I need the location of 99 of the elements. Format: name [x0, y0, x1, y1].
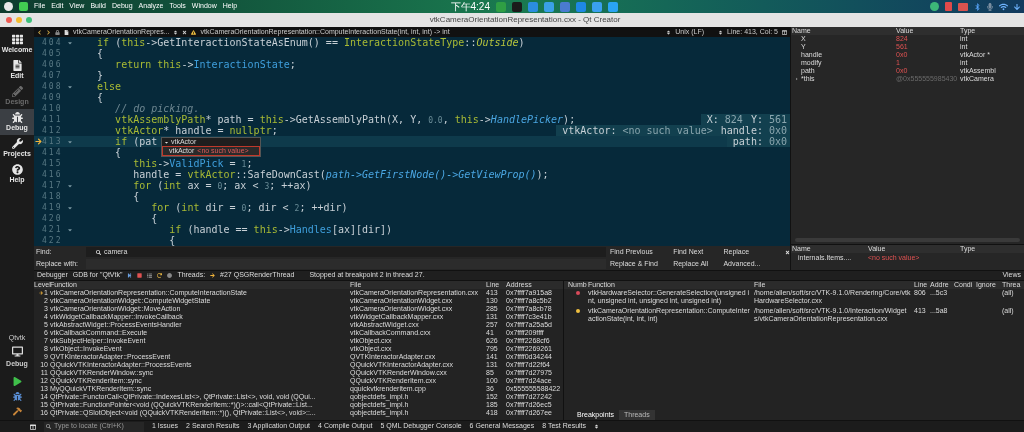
line-number: 416: [42, 168, 64, 181]
line-number: 414: [42, 146, 64, 159]
code-line: {: [96, 47, 104, 61]
pencil-icon: [11, 86, 23, 97]
wifi-icon[interactable]: [999, 2, 1008, 11]
replace-field[interactable]: [86, 259, 606, 269]
fold-arrow-icon[interactable]: [67, 83, 73, 90]
microphone-icon[interactable]: [987, 2, 993, 11]
code-line: {: [132, 190, 140, 204]
line-number: 420: [42, 212, 64, 225]
combo-arrows-icon[interactable]: [173, 29, 179, 35]
line-number: 411: [42, 113, 64, 126]
system-logo-icon[interactable]: [4, 2, 13, 11]
fold-arrow-icon[interactable]: [67, 138, 73, 145]
debug-run-icon[interactable]: [12, 392, 22, 401]
code-line: for (int dir = 0; dir < 2; ++dir): [150, 201, 348, 214]
app-icon[interactable]: [512, 1, 522, 12]
stop-icon[interactable]: [137, 273, 143, 278]
line-number: 410: [42, 102, 64, 115]
fold-arrow-icon[interactable]: [67, 39, 73, 46]
code-line: this->ValidPick = 1;: [132, 157, 253, 170]
app-icon[interactable]: [19, 2, 28, 11]
wrench-icon: [11, 138, 23, 149]
debug-value-label: X:: [706, 113, 719, 126]
forward-icon[interactable]: [46, 29, 51, 35]
caret-icon: [164, 139, 169, 145]
code-line: if (this->GetInteractionStateAsEnum() == InteractionStateType::Outside): [96, 37, 525, 49]
debug-value: 561: [768, 113, 787, 126]
document-icon: [11, 60, 23, 71]
app-icon[interactable]: [592, 1, 602, 12]
combo-arrows-icon[interactable]: [718, 29, 723, 35]
line-number: 417: [42, 179, 64, 192]
code-line: handle = vtkActor::SafeDownCast(path->GetFirstNode()->GetViewProp());: [132, 168, 549, 181]
code-line: // do picking.: [114, 102, 200, 116]
close-window-icon[interactable]: [6, 17, 12, 23]
debug-value: <no such value>: [622, 124, 713, 138]
warning-icon: [191, 29, 197, 35]
run-icon[interactable]: [12, 377, 22, 386]
combo-arrows-icon[interactable]: [666, 29, 672, 35]
close-icon[interactable]: [785, 249, 790, 255]
sidebar-toggle-icon[interactable]: [30, 423, 36, 430]
combo-arrows-icon[interactable]: [594, 424, 600, 429]
line-number: 415: [42, 157, 64, 170]
record-icon[interactable]: [167, 273, 173, 278]
line-number: 405: [42, 47, 64, 60]
code-editor[interactable]: [34, 37, 790, 246]
code-line: for (int ax = 0; ax < 3; ++ax): [132, 180, 312, 192]
code-line: return this->InteractionState;: [114, 58, 296, 72]
restart-icon[interactable]: [157, 273, 163, 278]
line-number: 407: [42, 69, 64, 82]
code-line: if (pat: [114, 135, 158, 148]
clock: 下午4:24: [450, 0, 490, 13]
code-line: vtkActor* handle = nullptr;: [114, 125, 278, 137]
bug-icon: [11, 112, 23, 123]
lock-icon[interactable]: [55, 29, 60, 35]
line-number: 404: [42, 37, 64, 49]
grid-icon: [11, 34, 23, 45]
line-number: 408: [42, 80, 64, 93]
debug-value-label: Y:: [750, 113, 763, 126]
back-icon[interactable]: [37, 29, 42, 35]
debug-value-label: vtkActor:: [562, 125, 617, 138]
code-line: {: [96, 91, 104, 105]
debug-value-label: handle:: [720, 124, 763, 137]
search-icon: [96, 249, 101, 255]
code-line: if (handle == this->Handles[ax][dir]): [168, 223, 393, 236]
window-title: vtkCameraOrientationRepresentation.cxx - Qt Creator: [429, 14, 621, 26]
line-number: 406: [42, 58, 64, 71]
fold-arrow-icon[interactable]: [67, 182, 73, 189]
code-line: vtkAssemblyPath* path = this->GetAssemblyPath(X, Y, 0.0, this->HandlePicker);: [114, 114, 576, 127]
fold-arrow-icon[interactable]: [67, 226, 73, 233]
search-icon: [46, 424, 51, 429]
line-number: 421: [42, 223, 64, 236]
code-line: else: [96, 81, 122, 93]
split-icon[interactable]: [782, 29, 787, 35]
code-line: {: [114, 146, 122, 160]
app-icon[interactable]: [608, 1, 618, 12]
close-icon[interactable]: [182, 29, 188, 35]
thread-arrow-icon: [210, 273, 216, 278]
hammer-icon[interactable]: [12, 407, 22, 416]
line-number: 418: [42, 190, 64, 203]
file-icon: [64, 29, 69, 35]
line-number: 409: [42, 91, 64, 104]
code-line: {: [168, 234, 176, 246]
debug-value: 0x0: [768, 124, 787, 137]
debug-value-label: path:: [732, 135, 763, 149]
code-line: }: [96, 69, 104, 82]
debug-value: 0x0: [768, 135, 787, 149]
bluetooth-icon[interactable]: [974, 2, 981, 11]
line-number: 412: [42, 124, 64, 137]
line-number: 413: [42, 135, 64, 148]
download-icon[interactable]: [1014, 2, 1020, 11]
continue-icon[interactable]: [127, 273, 133, 278]
debug-value: 824: [724, 113, 743, 126]
line-number: 422: [42, 234, 64, 246]
line-number: 419: [42, 201, 64, 214]
code-line: {: [150, 212, 158, 226]
help-icon: [11, 164, 23, 175]
monitor-icon[interactable]: [11, 345, 23, 357]
fold-arrow-icon[interactable]: [67, 204, 73, 211]
